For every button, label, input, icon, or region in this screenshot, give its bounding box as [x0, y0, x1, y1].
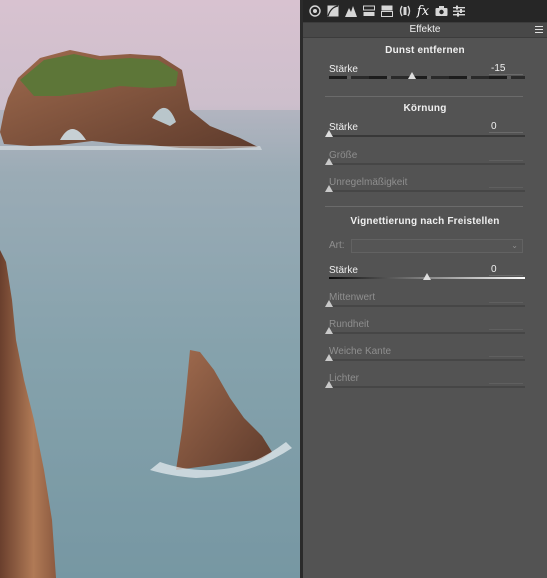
vignette-highlights-thumb — [325, 381, 333, 388]
grain-amount-thumb[interactable] — [325, 130, 333, 137]
effects-fx-icon[interactable]: fx — [415, 2, 431, 20]
grain-section-title: Körnung — [403, 103, 447, 114]
vignette-roundness-slider: Rundheit — [325, 318, 525, 341]
vignette-roundness-thumb — [325, 327, 333, 334]
vignette-style-select: Art: ⌄ — [329, 239, 525, 253]
dehaze-section-title: Dunst entfernen — [385, 45, 465, 56]
vignette-feather-label: Weiche Kante — [329, 346, 392, 357]
vignette-amount-value[interactable]: 0 — [489, 264, 523, 276]
vignette-feather-track — [329, 359, 525, 361]
panel-toolbar: fx — [303, 0, 547, 22]
presets-icon[interactable] — [451, 2, 467, 20]
grain-roughness-slider: Unregelmäßigkeit — [325, 176, 525, 199]
dehaze-amount-slider[interactable]: Stärke -15 — [329, 63, 525, 86]
vignette-section-title: Vignettierung nach Freistellen — [350, 216, 500, 227]
vignette-roundness-track — [329, 332, 525, 334]
vignette-highlights-slider: Lichter — [325, 372, 525, 395]
section-divider — [325, 96, 523, 97]
section-divider — [325, 206, 523, 207]
vignette-style-label: Art: — [329, 240, 345, 251]
vignette-highlights-track — [329, 386, 525, 388]
grain-roughness-thumb — [325, 185, 333, 192]
vignette-amount-slider[interactable]: Stärke 0 — [329, 264, 525, 287]
chevron-down-icon: ⌄ — [511, 241, 518, 250]
grain-size-value — [489, 149, 523, 161]
split-toning-icon[interactable] — [379, 2, 395, 20]
grain-roughness-label: Unregelmäßigkeit — [329, 177, 408, 188]
vignette-highlights-label: Lichter — [329, 373, 360, 384]
vignette-style-dropdown: ⌄ — [351, 239, 523, 253]
camera-calibration-icon[interactable] — [433, 2, 449, 20]
grain-size-track — [329, 163, 525, 165]
basic-aperture-icon[interactable] — [307, 2, 323, 20]
vignette-feather-thumb — [325, 354, 333, 361]
vignette-feather-slider: Weiche Kante — [325, 345, 525, 368]
vignette-midpoint-value — [489, 291, 523, 303]
vignette-midpoint-thumb — [325, 300, 333, 307]
hsl-icon[interactable] — [361, 2, 377, 20]
vignette-amount-label: Stärke — [329, 265, 358, 276]
vignette-roundness-label: Rundheit — [329, 319, 370, 330]
vignette-midpoint-slider: Mittenwert — [325, 291, 525, 314]
grain-size-thumb — [325, 158, 333, 165]
photo-preview — [0, 0, 300, 578]
panel-header: Effekte — [303, 22, 547, 38]
vignette-highlights-value — [489, 372, 523, 384]
dehaze-thumb[interactable] — [408, 72, 417, 79]
vignette-roundness-value — [489, 318, 523, 330]
panel-menu-icon[interactable] — [535, 26, 543, 33]
develop-panel: fx Effekte Dunst entfernen Stärke -15 Kö… — [303, 0, 547, 578]
grain-amount-value[interactable]: 0 — [489, 121, 523, 133]
vignette-midpoint-track — [329, 305, 525, 307]
grain-size-slider: Größe — [325, 149, 525, 172]
dehaze-amount-label: Stärke — [329, 64, 358, 75]
panel-title: Effekte — [409, 24, 441, 35]
vignette-midpoint-label: Mittenwert — [329, 292, 376, 303]
grain-amount-slider[interactable]: Stärke 0 — [325, 121, 525, 144]
vignette-amount-thumb[interactable] — [423, 273, 431, 280]
grain-size-label: Größe — [329, 150, 358, 161]
dehaze-amount-value[interactable]: -15 — [489, 63, 523, 75]
detail-icon[interactable] — [343, 2, 359, 20]
dehaze-track[interactable] — [329, 76, 525, 79]
grain-amount-label: Stärke — [329, 122, 358, 133]
tone-curve-icon[interactable] — [325, 2, 341, 20]
lens-corrections-icon[interactable] — [397, 2, 413, 20]
grain-roughness-track — [329, 190, 525, 192]
vignette-feather-value — [489, 345, 523, 357]
grain-roughness-value — [489, 176, 523, 188]
grain-amount-track[interactable] — [329, 135, 525, 137]
